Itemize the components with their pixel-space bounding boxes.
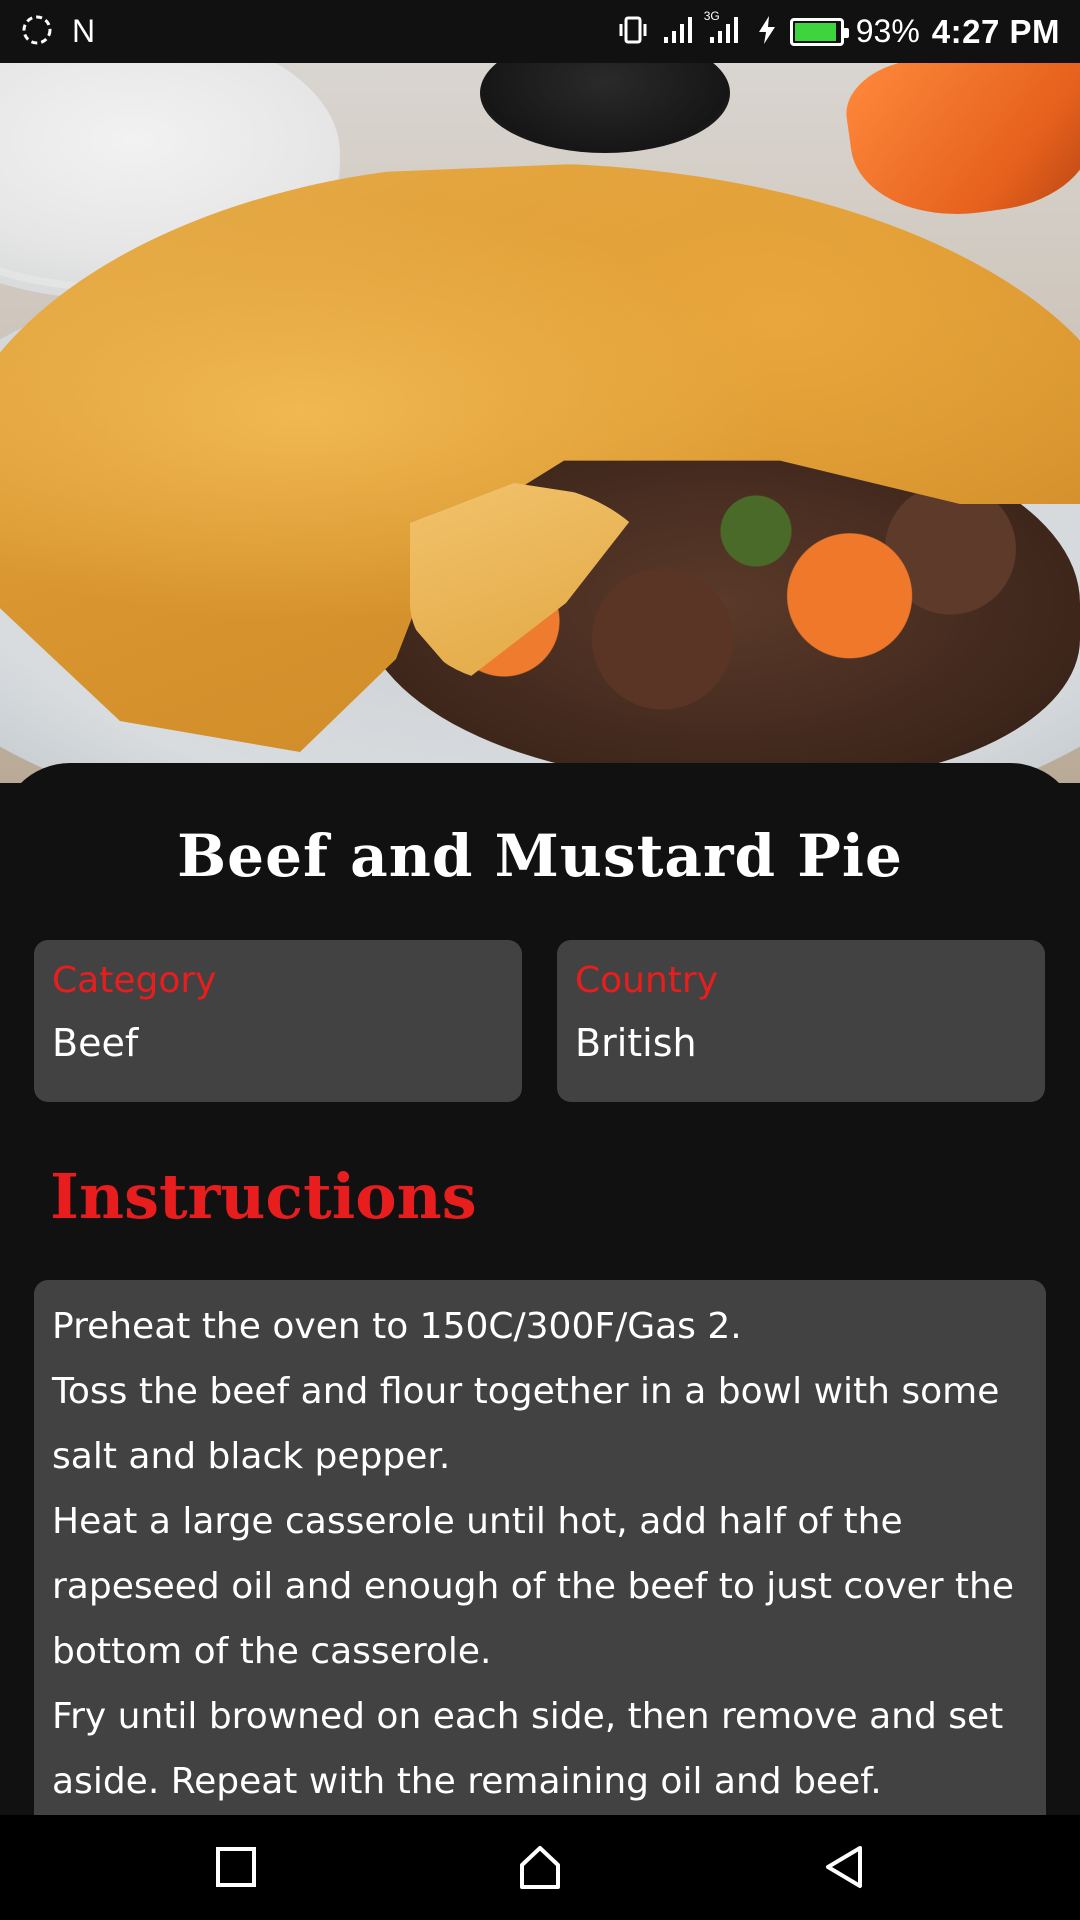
instruction-line: Preheat the oven to 150C/300F/Gas 2. <box>52 1306 742 1347</box>
charging-icon <box>756 15 778 49</box>
meal-hero-image <box>0 63 1080 783</box>
status-bar-right: 3G 93% 4:27 PM <box>616 0 1060 63</box>
home-icon[interactable] <box>510 1837 570 1897</box>
network-type-label: 3G <box>703 8 720 23</box>
instruction-line: Fry until browned on each side, then rem… <box>52 1696 1004 1802</box>
recents-icon[interactable] <box>206 1837 266 1897</box>
signal-icon <box>662 15 696 49</box>
country-label: Country <box>575 960 719 1001</box>
category-label: Category <box>52 960 217 1001</box>
cup-graphic <box>480 63 730 153</box>
instructions-heading: Instructions <box>50 1160 477 1233</box>
carrot-graphic <box>840 63 1080 229</box>
sync-icon <box>20 13 54 51</box>
battery-icon <box>789 17 849 46</box>
country-value: British <box>575 1021 697 1065</box>
n-notification-icon: N <box>72 13 96 49</box>
instruction-line: Toss the beef and flour together in a bo… <box>52 1371 1000 1477</box>
clock: 4:27 PM <box>931 12 1060 50</box>
instruction-line: Heat a large casserole until hot, add ha… <box>52 1501 1015 1672</box>
country-card: Country British <box>557 940 1045 1102</box>
signal-3g-icon: 3G <box>704 9 744 49</box>
status-bar-left: N <box>20 0 95 63</box>
category-value: Beef <box>52 1021 139 1065</box>
battery-level-fill <box>794 22 836 41</box>
back-icon[interactable] <box>814 1837 874 1897</box>
category-card: Category Beef <box>34 940 522 1102</box>
status-bar: N 3G 93% 4:27 PM <box>0 0 1080 63</box>
battery-percent: 93% <box>855 13 920 49</box>
meal-title: Beef and Mustard Pie <box>177 822 903 890</box>
vibrate-icon <box>616 13 650 51</box>
instructions-panel[interactable]: Preheat the oven to 150C/300F/Gas 2. Tos… <box>34 1280 1046 1820</box>
system-nav-bar <box>0 1815 1080 1920</box>
